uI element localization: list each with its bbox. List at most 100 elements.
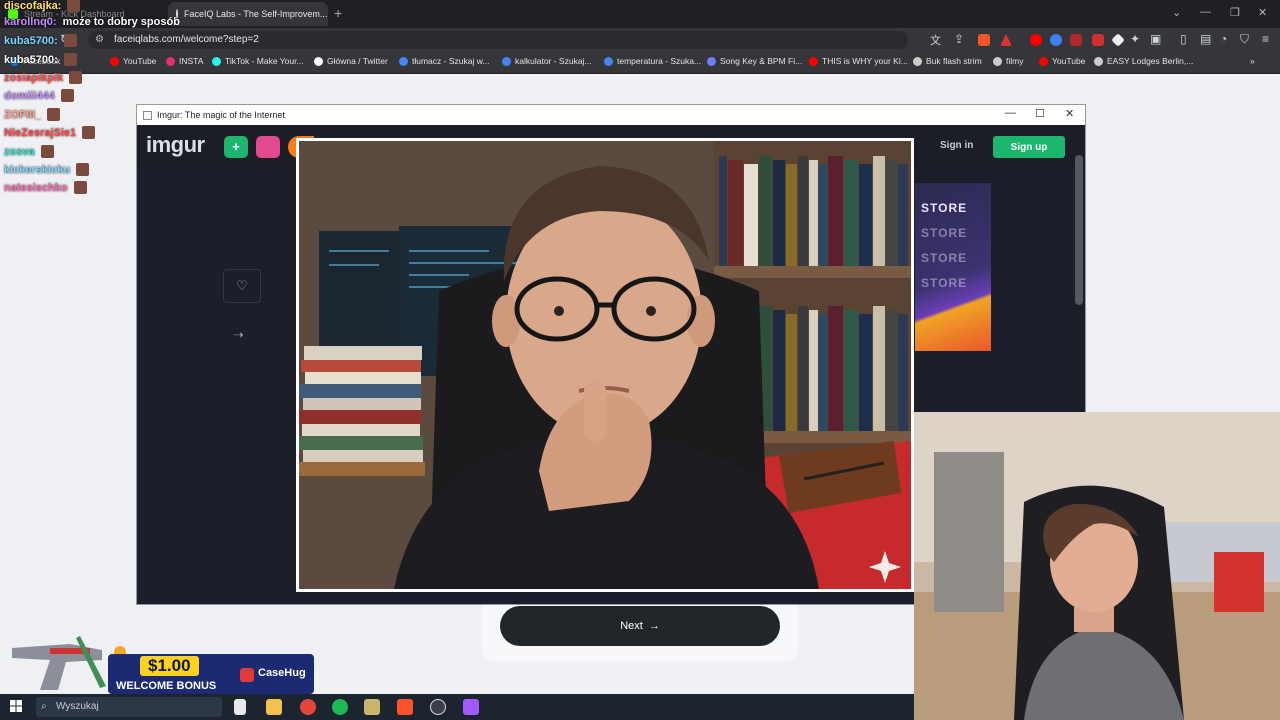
close-window-icon[interactable]: ✕ [1258,6,1267,19]
chat-username: karollnq0: [4,16,57,28]
folder-icon[interactable] [266,699,282,715]
sign-in-link[interactable]: Sign in [940,140,973,151]
minimize-icon[interactable]: — [1005,107,1016,119]
bookmark-item[interactable]: kalkulator - Szukaj... [502,56,592,66]
chat-username: discofajka: [4,0,62,12]
bookmark-item[interactable]: Buk flash strim [913,56,982,66]
scrollbar[interactable] [1075,155,1083,305]
tab-faceiq[interactable]: FaceIQ Labs - The Self-Improvem... ✕ [168,2,328,26]
bookmark-item[interactable]: INSTA [166,56,203,66]
bookmark-item[interactable]: Główna / Twitter [314,56,388,66]
portrait-photo [296,138,914,592]
share-arrow-icon[interactable]: ➝ [233,327,244,343]
restore-icon[interactable]: ❐ [1230,6,1240,19]
promo-text: WELCOME BONUS [116,680,217,692]
emote-icon [67,0,81,12]
bookmark-label: Główna / Twitter [327,56,388,66]
extension-icon[interactable] [1111,33,1125,47]
chat-username: kuba5700: [4,53,58,66]
chat-message: NieZesrajSie1 [4,126,96,139]
bookmark-label: temperatura - Szuka... [617,56,702,66]
media-player-icon[interactable] [364,699,380,715]
vpn-icon[interactable]: ⛉ [1240,32,1249,47]
tiktok-icon [212,56,221,66]
url-text: faceiqlabs.com/welcome?step=2 [114,34,259,45]
extension-icon[interactable] [1070,34,1082,46]
menu-icon[interactable]: ≡ [1262,32,1269,46]
ad-banner[interactable]: STORE STORE STORE STORE [915,183,991,351]
book-spine [809,310,818,431]
emote-icon [63,53,77,66]
bookmark-item[interactable]: EASY Lodges Berlin,... [1094,56,1193,66]
chat-username: kickerskicku [4,163,71,176]
emote-icon [76,163,90,176]
imgur-logo[interactable]: imgur [146,132,205,158]
translate-icon[interactable]: 文 [930,32,941,48]
maximize-icon[interactable]: ☐ [1035,107,1045,120]
x-icon [314,56,323,66]
brave-rewards-icon[interactable] [1000,34,1012,46]
emote-icon [47,108,61,121]
book-spine [898,314,908,431]
chevron-down-icon[interactable]: ⌄ [1172,6,1181,19]
book-spine [886,310,897,431]
url-field[interactable]: ⚙ faceiqlabs.com/welcome?step=2 [88,31,908,49]
media-icon[interactable]: ▣ [1150,32,1161,46]
sign-up-button[interactable]: Sign up [993,136,1065,158]
bookmark-item[interactable]: THIS is WHY your Kl... [809,56,908,66]
obs-icon[interactable] [430,699,446,715]
wallet-icon[interactable]: ▤ [1200,32,1211,46]
book-spine [773,160,785,266]
app-icon[interactable] [463,699,479,715]
spotify-icon[interactable] [332,699,348,715]
promo-banner[interactable]: $1.00 WELCOME BONUS CaseHug [108,654,314,694]
new-tab-icon[interactable]: + [334,5,342,21]
share-icon[interactable]: ⇪ [954,32,964,46]
book-spine [898,164,908,266]
bookmark-item[interactable]: YouTube [1039,56,1085,66]
extension-icon[interactable] [1092,34,1104,46]
bookmark-item[interactable]: filmy [993,56,1023,66]
youtube-icon [1039,56,1048,66]
bookmark-item[interactable]: Song Key & BPM Fi... [707,56,802,66]
bookmark-item[interactable]: tłumacz - Szukaj w... [399,56,489,66]
chat-message: natesischko [4,181,87,194]
minimize-icon[interactable]: — [1200,6,1211,18]
bookmark-item[interactable]: TikTok - Make Your... [212,56,304,66]
brave-shield-icon[interactable] [978,34,990,46]
chat-username: zosiapikpik [4,71,64,84]
sidebar-icon[interactable]: ▯ [1180,32,1187,46]
emote-icon [63,34,77,47]
book-spine [773,310,785,431]
google-icon [604,56,613,66]
favorite-button[interactable]: ♡ [223,269,261,303]
emote-icon [40,145,54,158]
extension-icon[interactable] [1050,34,1062,46]
puzzle-icon[interactable]: ✦ [1130,32,1140,46]
new-post-icon[interactable]: + [224,136,248,158]
stream-chat-overlay: discofajka: karollnq0: może to dobry sposó… [0,0,180,200]
instagram-icon [166,56,175,66]
bookmark-item[interactable]: temperatura - Szuka... [604,56,701,66]
bookmark-label: filmy [1006,56,1024,66]
brave-icon[interactable] [397,699,413,715]
mascot-icon[interactable] [256,136,280,158]
next-button[interactable]: Next → [500,606,780,646]
book-spine [828,156,843,266]
music-icon [707,56,716,66]
chat-username: kuba5700: [4,34,58,47]
more-bookmarks-icon[interactable]: » [1250,56,1255,66]
bookmark-label: tłumacz - Szukaj w... [412,56,490,66]
leo-icon[interactable]: ◔ [1220,32,1227,46]
taskbar-search[interactable]: ⌕ Wyszukaj [36,697,222,717]
close-icon[interactable]: ✕ [1065,107,1074,120]
chrome-icon[interactable] [300,699,316,715]
promo-brand: CaseHug [258,667,306,679]
page-icon [143,110,152,120]
file-icon[interactable] [234,699,246,715]
extension-icon[interactable] [1030,34,1042,46]
bookmark-label: THIS is WHY your Kl... [822,56,908,66]
emote-icon [69,71,83,84]
windows-start-icon[interactable] [10,700,22,715]
book-spine [873,306,885,431]
